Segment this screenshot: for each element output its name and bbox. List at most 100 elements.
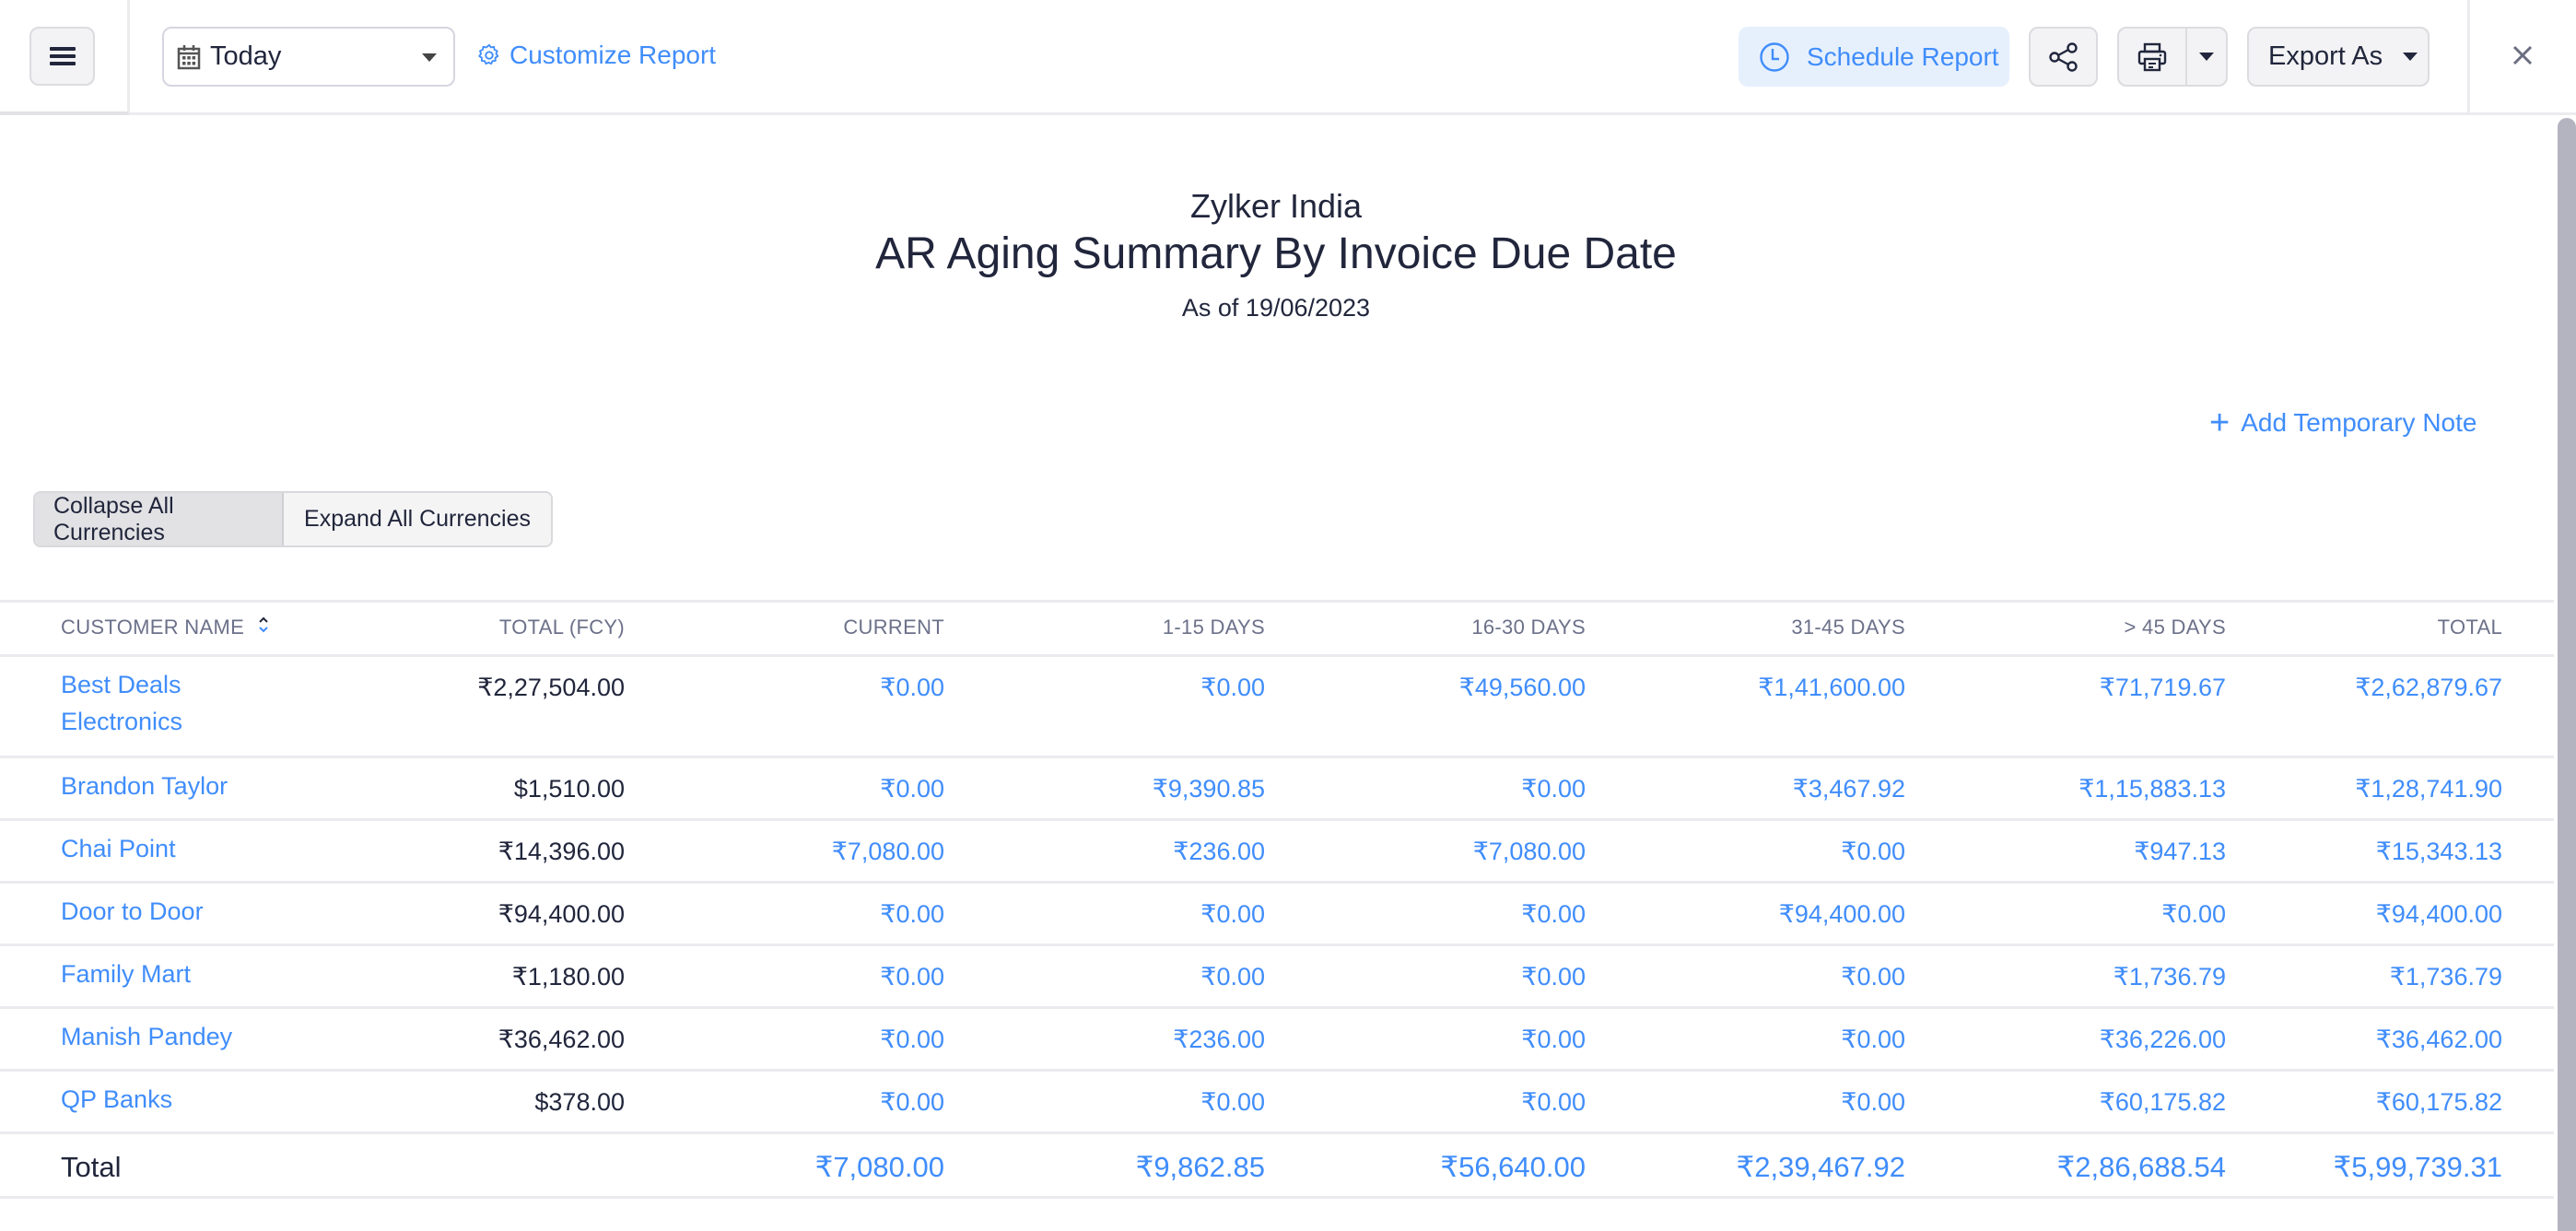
table-row: Family Mart ₹1,180.00 ₹0.00 ₹0.00 ₹0.00 …	[0, 944, 2554, 1006]
total-31-45-days-link[interactable]: ₹2,39,467.92	[1737, 1151, 1906, 1184]
days-16-30-amount-link[interactable]: ₹7,080.00	[1473, 838, 1586, 866]
table-row: Brandon Taylor $1,510.00 ₹0.00 ₹9,390.85…	[0, 756, 2554, 818]
days-31-45-amount-link[interactable]: ₹0.00	[1841, 1088, 1905, 1117]
total-1-15-days-link[interactable]: ₹9,862.85	[1136, 1151, 1265, 1184]
menu-button[interactable]	[29, 27, 95, 86]
days-over-45-amount-link[interactable]: ₹1,736.79	[2113, 963, 2226, 991]
printer-icon	[2137, 42, 2167, 71]
days-31-45-amount-link[interactable]: ₹0.00	[1841, 838, 1905, 866]
export-as-label: Export As	[2268, 41, 2383, 71]
days-over-45-amount-link[interactable]: ₹0.00	[2161, 900, 2226, 929]
scrollbar-thumb[interactable]	[2558, 118, 2576, 1231]
table-row: Door to Door ₹94,400.00 ₹0.00 ₹0.00 ₹0.0…	[0, 881, 2554, 944]
sort-icon[interactable]	[258, 616, 269, 634]
days-16-30-amount-link[interactable]: ₹0.00	[1521, 775, 1586, 803]
close-button[interactable]	[2508, 41, 2537, 70]
row-total-amount-link[interactable]: ₹94,400.00	[2376, 900, 2502, 929]
row-total-amount-link[interactable]: ₹1,28,741.90	[2355, 775, 2502, 803]
days-31-45-amount-link[interactable]: ₹0.00	[1841, 963, 1905, 991]
total-fcy-value: ₹1,180.00	[511, 963, 625, 991]
current-amount-link[interactable]: ₹0.00	[880, 963, 944, 991]
total-fcy-value: ₹94,400.00	[498, 900, 625, 928]
days-1-15-amount-link[interactable]: ₹0.00	[1200, 674, 1265, 702]
row-total-amount-link[interactable]: ₹1,736.79	[2390, 963, 2502, 991]
days-31-45-amount-link[interactable]: ₹94,400.00	[1779, 900, 1905, 929]
total-over-45-days-link[interactable]: ₹2,86,688.54	[2057, 1151, 2227, 1184]
share-icon	[2048, 41, 2078, 72]
add-temporary-note-link[interactable]: + Add Temporary Note	[2209, 405, 2476, 440]
days-1-15-amount-link[interactable]: ₹0.00	[1200, 900, 1265, 929]
days-1-15-amount-link[interactable]: ₹9,390.85	[1153, 775, 1265, 803]
export-as-button[interactable]: Export As	[2247, 27, 2430, 87]
days-31-45-amount-link[interactable]: ₹3,467.92	[1793, 775, 1905, 803]
collapse-all-currencies-button[interactable]: Collapse All Currencies	[35, 493, 284, 545]
customize-report-link[interactable]: Customize Report	[476, 37, 716, 74]
days-over-45-amount-link[interactable]: ₹1,15,883.13	[2078, 775, 2226, 803]
table-header-row: CUSTOMER NAME TOTAL (FCY) CURRENT 1-15 D…	[0, 600, 2554, 654]
toolbar-divider	[2467, 0, 2470, 115]
current-amount-link[interactable]: ₹0.00	[880, 674, 944, 702]
days-over-45-amount-link[interactable]: ₹36,226.00	[2100, 1026, 2226, 1054]
customer-name-link[interactable]: Door to Door	[61, 893, 263, 930]
report-toolbar: Today Customize Report Schedule Report E…	[0, 0, 2576, 115]
column-header-1-15-days: 1-15 DAYS	[1162, 616, 1265, 639]
schedule-report-label: Schedule Report	[1807, 41, 1999, 71]
days-16-30-amount-link[interactable]: ₹0.00	[1521, 1088, 1586, 1117]
days-over-45-amount-link[interactable]: ₹947.13	[2134, 838, 2226, 866]
aging-summary-table: CUSTOMER NAME TOTAL (FCY) CURRENT 1-15 D…	[0, 600, 2554, 1199]
table-row: Best Deals Electronics ₹2,27,504.00 ₹0.0…	[0, 654, 2554, 756]
customer-name-link[interactable]: QP Banks	[61, 1081, 263, 1118]
current-amount-link[interactable]: ₹0.00	[880, 900, 944, 929]
date-range-value: Today	[210, 41, 282, 71]
menu-cell	[0, 0, 130, 115]
days-16-30-amount-link[interactable]: ₹0.00	[1521, 963, 1586, 991]
current-amount-link[interactable]: ₹0.00	[880, 775, 944, 803]
customer-name-link[interactable]: Brandon Taylor	[61, 768, 263, 804]
date-range-select[interactable]: Today	[162, 27, 455, 87]
grand-total-link[interactable]: ₹5,99,739.31	[2334, 1151, 2503, 1184]
customer-name-link[interactable]: Family Mart	[61, 955, 263, 992]
column-header-label: CUSTOMER NAME	[61, 616, 245, 639]
total-current-link[interactable]: ₹7,080.00	[815, 1151, 944, 1184]
print-options-dropdown[interactable]	[2187, 29, 2226, 85]
current-amount-link[interactable]: ₹0.00	[880, 1026, 944, 1054]
expand-all-currencies-button[interactable]: Expand All Currencies	[284, 493, 551, 545]
column-header-customer-name[interactable]: CUSTOMER NAME	[61, 616, 269, 639]
row-total-amount-link[interactable]: ₹60,175.82	[2376, 1088, 2502, 1117]
plus-icon: +	[2209, 404, 2231, 442]
days-1-15-amount-link[interactable]: ₹236.00	[1173, 1026, 1265, 1054]
column-header-31-45-days: 31-45 DAYS	[1791, 616, 1905, 639]
days-1-15-amount-link[interactable]: ₹0.00	[1200, 1088, 1265, 1117]
schedule-report-button[interactable]: Schedule Report	[1739, 27, 2009, 87]
currency-toggle-group: Collapse All Currencies Expand All Curre…	[33, 491, 553, 547]
gear-icon	[478, 43, 499, 65]
total-fcy-value: $1,510.00	[513, 775, 625, 803]
customer-name-link[interactable]: Best Deals Electronics	[61, 666, 263, 740]
table-row: QP Banks $378.00 ₹0.00 ₹0.00 ₹0.00 ₹0.00…	[0, 1069, 2554, 1131]
days-16-30-amount-link[interactable]: ₹49,560.00	[1459, 674, 1586, 702]
current-amount-link[interactable]: ₹7,080.00	[832, 838, 944, 866]
days-over-45-amount-link[interactable]: ₹60,175.82	[2100, 1088, 2226, 1117]
row-total-amount-link[interactable]: ₹2,62,879.67	[2355, 674, 2502, 702]
print-button[interactable]	[2119, 29, 2187, 85]
days-31-45-amount-link[interactable]: ₹1,41,600.00	[1758, 674, 1905, 702]
customer-name-link[interactable]: Manish Pandey	[61, 1018, 263, 1055]
row-total-amount-link[interactable]: ₹36,462.00	[2376, 1026, 2502, 1054]
row-total-amount-link[interactable]: ₹15,343.13	[2376, 838, 2502, 866]
total-16-30-days-link[interactable]: ₹56,640.00	[1440, 1151, 1586, 1184]
customize-report-label: Customize Report	[509, 41, 717, 69]
days-16-30-amount-link[interactable]: ₹0.00	[1521, 1026, 1586, 1054]
days-1-15-amount-link[interactable]: ₹0.00	[1200, 963, 1265, 991]
table-row: Manish Pandey ₹36,462.00 ₹0.00 ₹236.00 ₹…	[0, 1006, 2554, 1069]
calendar-icon	[177, 44, 201, 69]
share-button[interactable]	[2029, 27, 2098, 87]
days-over-45-amount-link[interactable]: ₹71,719.67	[2100, 674, 2226, 702]
days-16-30-amount-link[interactable]: ₹0.00	[1521, 900, 1586, 929]
report-title: AR Aging Summary By Invoice Due Date	[875, 229, 1677, 278]
column-header-total: TOTAL	[2437, 616, 2502, 639]
column-header-over-45-days: > 45 DAYS	[2124, 616, 2226, 639]
current-amount-link[interactable]: ₹0.00	[880, 1088, 944, 1117]
days-1-15-amount-link[interactable]: ₹236.00	[1173, 838, 1265, 866]
days-31-45-amount-link[interactable]: ₹0.00	[1841, 1026, 1905, 1054]
customer-name-link[interactable]: Chai Point	[61, 830, 263, 867]
